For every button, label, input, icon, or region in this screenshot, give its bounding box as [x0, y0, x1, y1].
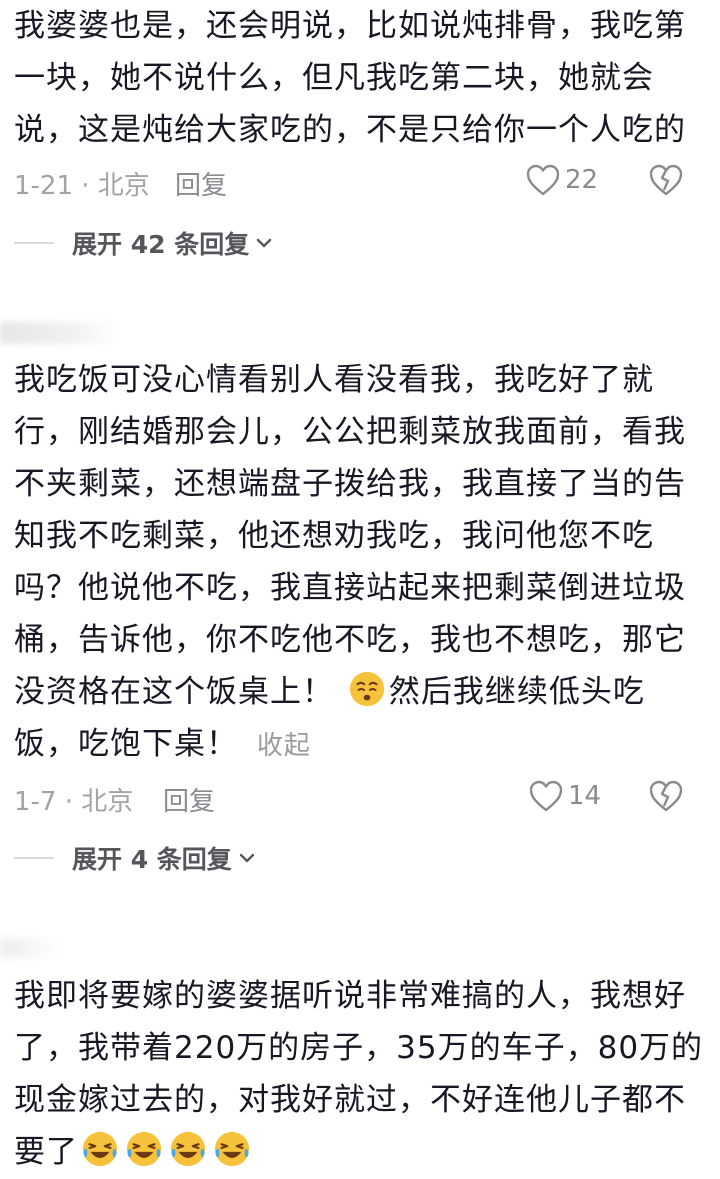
comment-meta: 1-7 · 北京: [14, 787, 134, 817]
laughing-crying-emoji: [170, 1131, 206, 1167]
chevron-down-icon: [239, 853, 255, 863]
expand-replies-button[interactable]: 展开 4 条回复: [14, 840, 256, 876]
divider-line: [14, 242, 54, 244]
collapse-button[interactable]: 收起: [257, 731, 311, 761]
reply-button[interactable]: 回复: [175, 165, 227, 202]
comment-text-main: 我吃饭可没心情看别人看没看我，我吃好了就行，刚结婚那会儿，公公把剩菜放我面前，看…: [14, 362, 686, 710]
blurred-username: [0, 322, 120, 344]
laughing-crying-emoji: [214, 1131, 250, 1167]
heart-icon: [529, 780, 563, 812]
expand-replies-button[interactable]: 展开 42 条回复: [14, 225, 273, 261]
expand-label: 展开 4 条回复: [72, 845, 232, 874]
broken-heart-icon[interactable]: [648, 779, 684, 813]
divider-line: [14, 857, 54, 859]
comment-text: 我即将要嫁的婆婆据听说非常难搞的人，我想好了，我带着220万的房子，35万的车子…: [14, 970, 704, 1178]
like-button[interactable]: 22: [525, 163, 598, 197]
weary-face-emoji: [349, 671, 384, 707]
comment-meta: 1-21 · 北京: [14, 171, 150, 201]
blurred-username: [0, 938, 60, 958]
laughing-crying-emoji: [82, 1131, 118, 1167]
laughing-crying-emoji: [126, 1131, 162, 1167]
chevron-down-icon: [257, 238, 272, 248]
broken-heart-icon[interactable]: [648, 163, 684, 197]
heart-icon: [526, 164, 560, 196]
like-count: 22: [565, 165, 599, 195]
comment-text: 我吃饭可没心情看别人看没看我，我吃好了就行，刚结婚那会儿，公公把剩菜放我面前，看…: [14, 354, 704, 772]
expand-label: 展开 42 条回复: [72, 230, 250, 259]
like-button[interactable]: 14: [528, 779, 601, 813]
comment-text: 我婆婆也是，还会明说，比如说炖排骨，我吃第一块，她不说什么，但凡我吃第二块，她就…: [14, 8, 686, 148]
reply-button[interactable]: 回复: [163, 781, 215, 818]
like-count: 14: [568, 781, 602, 811]
